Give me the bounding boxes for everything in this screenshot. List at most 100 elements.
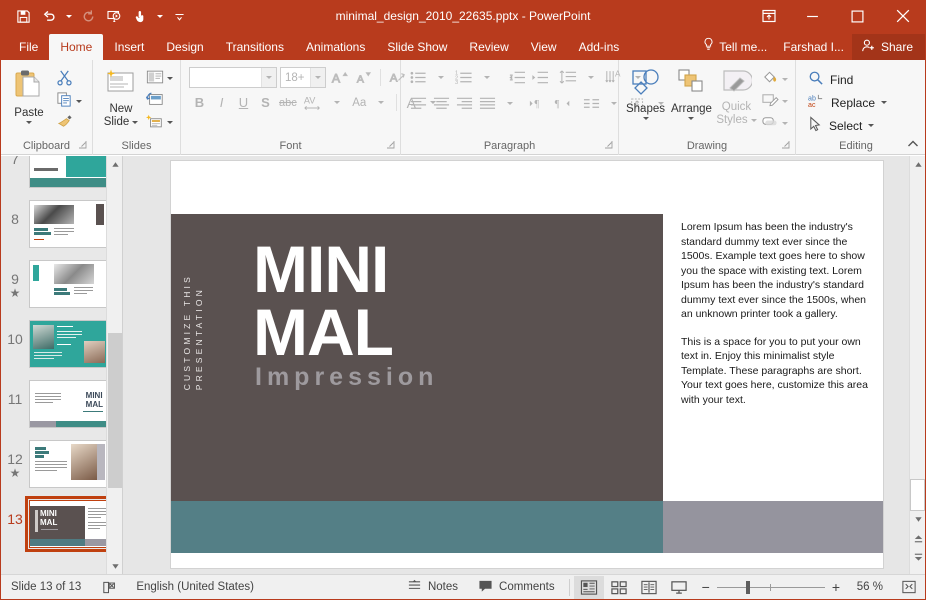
numbering-dropdown-icon[interactable] [476,67,498,88]
slideshow-icon[interactable] [102,4,126,28]
previous-slide-button[interactable] [910,531,926,547]
collapse-ribbon-icon[interactable] [905,136,921,152]
zoom-in-button[interactable]: + [832,579,840,595]
character-spacing-dropdown-icon[interactable] [327,92,348,113]
select-dropdown-icon[interactable] [868,124,874,127]
replace-dropdown-icon[interactable] [881,101,887,104]
font-size-input[interactable]: 18+ [280,67,326,88]
close-button[interactable] [880,0,925,32]
layout-button[interactable] [143,67,176,89]
section-dropdown-icon[interactable] [167,121,173,124]
more-icon[interactable] [167,4,191,28]
align-left-button[interactable] [407,93,429,114]
zoom-level-label[interactable]: 56 % [847,581,883,593]
language-indicator[interactable]: English (United States) [126,575,264,600]
tab-review[interactable]: Review [458,34,519,60]
paste-dropdown-icon[interactable] [26,121,32,124]
copy-dropdown-icon[interactable] [76,100,82,103]
next-slide-button[interactable] [910,549,926,565]
slide-show-view-button[interactable] [664,576,694,599]
maximize-button[interactable] [835,0,880,32]
slide-vertical-scrollbar[interactable] [909,156,925,574]
layout-dropdown-icon[interactable] [167,77,173,80]
decrease-indent-button[interactable] [505,67,527,88]
thumbnail-12[interactable] [29,440,109,488]
tab-transitions[interactable]: Transitions [215,34,295,60]
numbering-button[interactable]: 123 [453,67,475,88]
paragraph-dialog-launcher[interactable] [604,140,614,150]
share-button[interactable]: Share [852,34,925,60]
rtl-button[interactable]: ¶ [551,93,573,114]
arrange-dropdown-icon[interactable] [688,117,694,120]
justify-dropdown-icon[interactable] [499,93,521,114]
tab-file[interactable]: File [8,34,49,60]
font-size-dropdown-icon[interactable] [310,68,325,87]
ltr-button[interactable]: ¶ [528,93,550,114]
cut-button[interactable] [53,68,85,90]
increase-indent-button[interactable] [528,67,550,88]
tell-me-box[interactable]: Tell me... [698,34,775,60]
copy-button[interactable] [53,90,85,112]
shape-effects-dropdown-icon[interactable] [782,122,788,125]
thumbnail-13[interactable]: MINIMAL [29,500,109,548]
reading-view-button[interactable] [634,576,664,599]
fit-slide-to-window-button[interactable] [891,575,925,600]
slide-body-text[interactable]: Lorem Ipsum has been the industry's stan… [681,220,871,420]
underline-button[interactable]: U [233,92,254,113]
undo-dropdown-icon[interactable] [63,4,74,28]
notes-button[interactable]: Notes [397,575,468,600]
text-shadow-button[interactable]: S [255,92,276,113]
tab-animations[interactable]: Animations [295,34,376,60]
thumbnail-10[interactable] [29,320,109,368]
thumbnails-scroll-down-button[interactable] [107,558,123,574]
tab-view[interactable]: View [520,34,568,60]
zoom-slider[interactable] [717,575,825,600]
change-case-dropdown-icon[interactable] [371,92,392,113]
select-button[interactable]: Select [804,114,878,137]
quick-styles-button[interactable]: Quick Styles [715,65,758,127]
zoom-slider-handle[interactable] [746,581,750,594]
new-slide-button[interactable]: New Slide [99,65,143,129]
section-button[interactable] [143,111,176,133]
character-spacing-button[interactable]: AV [300,92,326,113]
normal-view-button[interactable] [574,576,604,599]
find-button[interactable]: Find [804,68,857,91]
align-center-button[interactable] [430,93,452,114]
italic-button[interactable]: I [211,92,232,113]
thumbnails-scroll-up-button[interactable] [107,156,123,172]
tab-design[interactable]: Design [155,34,214,60]
thumbnail-8[interactable] [29,200,109,248]
shape-fill-button[interactable] [758,68,791,90]
new-slide-dropdown-icon[interactable] [132,121,138,124]
arrange-button[interactable]: Arrange [668,65,715,120]
align-right-button[interactable] [453,93,475,114]
minimize-button[interactable] [790,0,835,32]
slide-vertical-caption[interactable]: CUSTOMIZE THISPRESENTATION [181,274,205,390]
shape-effects-button[interactable] [758,112,791,134]
slide-count-indicator[interactable]: Slide 13 of 13 [1,575,91,600]
account-name[interactable]: Farshad I... [775,34,852,60]
bold-button[interactable]: B [189,92,210,113]
ribbon-display-options-icon[interactable] [748,0,790,32]
font-dialog-launcher[interactable] [386,140,396,150]
drawing-dialog-launcher[interactable] [781,140,791,150]
quick-styles-dropdown-icon[interactable] [751,119,757,122]
redo-icon[interactable] [76,4,100,28]
line-spacing-button[interactable] [557,67,579,88]
font-name-dropdown-icon[interactable] [261,68,276,87]
thumbnail-9[interactable] [29,260,109,308]
undo-icon[interactable] [37,4,61,28]
strikethrough-button[interactable]: abc [277,92,299,113]
scroll-down-button[interactable] [910,511,926,527]
current-slide[interactable]: CUSTOMIZE THISPRESENTATION MINIMAL Impre… [171,161,883,568]
font-name-input[interactable] [189,67,277,88]
shape-fill-dropdown-icon[interactable] [782,78,788,81]
slide-subtitle[interactable]: Impression [255,363,438,392]
touch-mode-dropdown-icon[interactable] [154,4,165,28]
increase-font-size-button[interactable]: A [329,67,350,88]
columns-button[interactable] [580,93,602,114]
decrease-font-size-button[interactable]: A [353,67,374,88]
bullets-dropdown-icon[interactable] [430,67,452,88]
slide-scrollbar-thumb[interactable] [910,479,925,511]
paste-button[interactable]: Paste [5,65,53,124]
